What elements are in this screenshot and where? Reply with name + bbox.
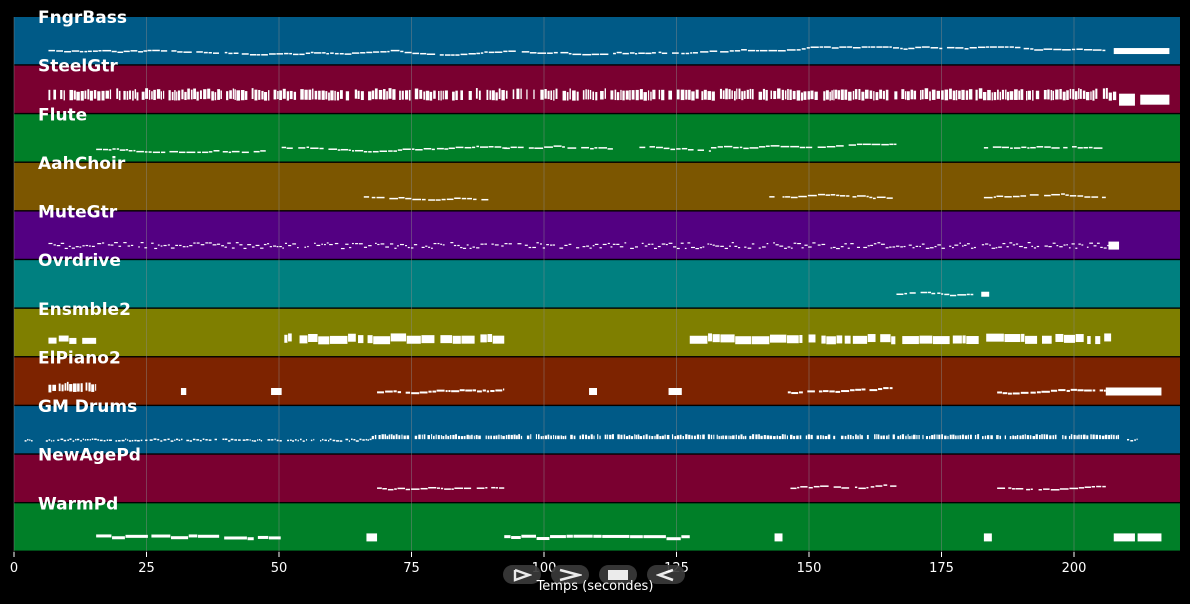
rewind-button[interactable] — [647, 565, 685, 584]
note-segment — [366, 533, 378, 542]
play-icon — [513, 568, 532, 582]
note-segment — [271, 388, 282, 395]
note-segment — [180, 388, 187, 395]
note-segment — [1113, 48, 1170, 55]
note-segment — [1108, 241, 1120, 250]
note-segment — [769, 196, 775, 198]
piano-roll-plot: FngrBass SteelGtr Flute AahChoir MuteGtr Ovrd… — [10, 8, 1180, 576]
x-tick-label: 0 — [10, 561, 18, 576]
note-segment — [1140, 94, 1170, 105]
x-tick-label: 25 — [138, 561, 155, 576]
note-segment — [589, 388, 597, 395]
track-row — [14, 17, 1180, 65]
rewind-icon — [656, 568, 674, 581]
transport-controls — [503, 565, 685, 584]
track-row — [14, 162, 1180, 211]
note-segment — [981, 291, 990, 297]
track-row — [14, 211, 1180, 259]
track-row — [14, 406, 1180, 454]
track-row — [14, 114, 1180, 162]
track-label: WarmPd — [38, 494, 118, 514]
track-label: Ensmble2 — [38, 300, 131, 320]
note-segment — [774, 533, 783, 542]
track-row — [14, 260, 1180, 308]
track-label: NewAgePd — [38, 446, 141, 466]
fast-forward-button[interactable] — [551, 565, 589, 584]
note-segment — [983, 533, 992, 542]
track-row — [14, 503, 1180, 551]
track-label: ElPiano2 — [38, 348, 121, 368]
fast-forward-icon — [559, 568, 582, 581]
note-segment — [1105, 387, 1162, 396]
stop-icon — [608, 569, 628, 580]
play-button[interactable] — [503, 565, 541, 584]
piano-roll-window: FngrBass SteelGtr Flute AahChoir MuteGtr Ovrd… — [0, 0, 1190, 604]
track-row — [14, 454, 1180, 502]
x-tick-label: 200 — [1062, 561, 1087, 576]
track-label: MuteGtr — [38, 203, 118, 223]
note-segment — [668, 388, 682, 395]
note-segment — [1113, 533, 1135, 542]
track-label: FngrBass — [38, 8, 127, 28]
note-segment — [363, 196, 370, 198]
x-tick-label: 150 — [797, 561, 822, 576]
x-tick-label: 175 — [929, 561, 954, 576]
track-label: AahChoir — [38, 154, 126, 174]
x-tick-label: 50 — [271, 561, 288, 576]
track-row — [14, 308, 1180, 357]
track-label: Flute — [38, 105, 87, 125]
note-segment — [1137, 533, 1162, 542]
track-label: Ovrdrive — [38, 251, 121, 271]
track-label: GM Drums — [38, 397, 137, 417]
track-row — [14, 357, 1180, 405]
x-tick-label: 75 — [403, 561, 420, 576]
track-label: SteelGtr — [38, 57, 118, 77]
stop-button[interactable] — [599, 565, 637, 584]
note-segment — [1119, 93, 1135, 106]
